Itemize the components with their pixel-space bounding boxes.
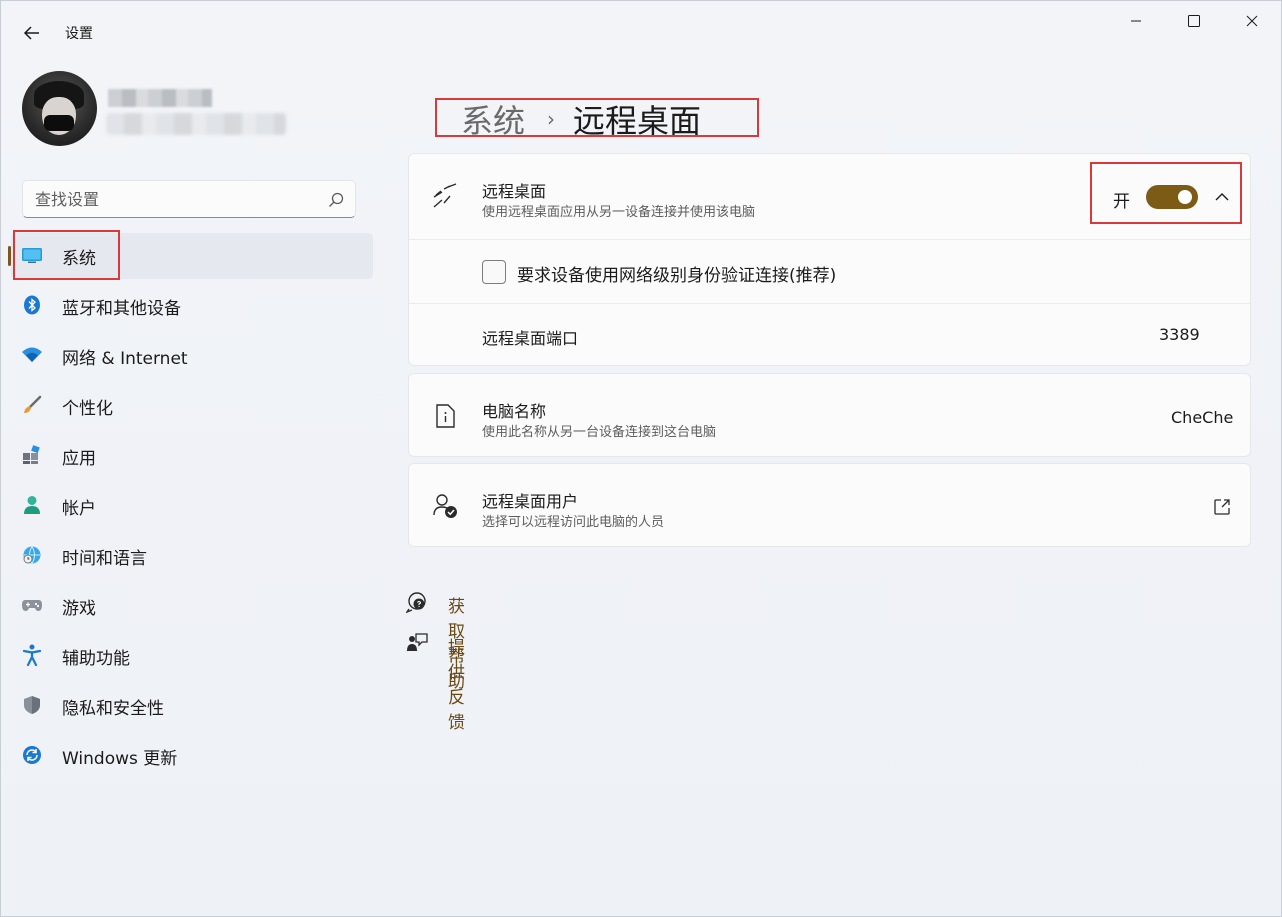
- search-box: [22, 180, 356, 218]
- port-value: 3389: [1159, 325, 1200, 344]
- pc-name-row: 电脑名称 使用此名称从另一台设备连接到这台电脑 CheChe: [409, 374, 1250, 458]
- bluetooth-icon: [21, 294, 43, 316]
- app-title: 设置: [65, 26, 93, 42]
- maximize-button[interactable]: [1165, 1, 1223, 41]
- maximize-icon: [1188, 15, 1200, 27]
- sidebar-item-label: 应用: [62, 448, 96, 469]
- remote-desktop-description: 使用远程桌面应用从另一设备连接并使用该电脑: [482, 205, 756, 220]
- wifi-icon: [21, 344, 43, 366]
- remote-desktop-toggle[interactable]: [1146, 185, 1198, 209]
- remote-desktop-card: 远程桌面 使用远程桌面应用从另一设备连接并使用该电脑 开 要求设备使用网络级别身…: [408, 153, 1251, 366]
- give-feedback-label[interactable]: 提供反馈: [448, 633, 465, 733]
- sidebar-item-accessibility[interactable]: 辅助功能: [11, 633, 373, 679]
- search-icon[interactable]: [327, 191, 345, 209]
- sidebar-item-label: 个性化: [62, 398, 113, 419]
- remote-users-title: 远程桌面用户: [482, 492, 579, 511]
- page-title: 远程桌面: [573, 102, 702, 140]
- window-controls: [1107, 1, 1281, 41]
- sidebar-item-label: 网络 & Internet: [62, 348, 188, 369]
- minimize-button[interactable]: [1107, 1, 1165, 41]
- remote-users-description: 选择可以远程访问此电脑的人员: [482, 515, 665, 530]
- back-button[interactable]: [17, 19, 47, 47]
- feedback-icon: [407, 633, 428, 651]
- nla-checkbox[interactable]: [482, 260, 506, 284]
- remote-desktop-row[interactable]: 远程桌面 使用远程桌面应用从另一设备连接并使用该电脑 开: [409, 154, 1250, 240]
- remote-users-row[interactable]: 远程桌面用户 选择可以远程访问此电脑的人员: [409, 464, 1250, 548]
- account-icon: [21, 494, 43, 516]
- remote-desktop-title: 远程桌面: [482, 182, 547, 201]
- remote-users-card[interactable]: 远程桌面用户 选择可以远程访问此电脑的人员: [408, 463, 1251, 547]
- back-arrow-icon: [23, 26, 39, 40]
- sidebar-item-label: 隐私和安全性: [62, 698, 164, 719]
- breadcrumb: 系统 › 远程桌面: [461, 97, 701, 141]
- title-bar: 设置: [1, 1, 1281, 45]
- sidebar-item-accounts[interactable]: 帐户: [11, 483, 373, 529]
- breadcrumb-separator: ›: [547, 107, 556, 131]
- pc-name-title: 电脑名称: [482, 402, 547, 421]
- settings-window: 设置 系统: [0, 0, 1282, 917]
- avatar[interactable]: [22, 71, 97, 146]
- sidebar-item-apps[interactable]: 应用: [11, 433, 373, 479]
- document-info-icon: [431, 402, 459, 430]
- port-row: 远程桌面端口 3389: [409, 304, 1250, 365]
- sidebar-item-network[interactable]: 网络 & Internet: [11, 333, 373, 379]
- blurred-user-email: [106, 113, 286, 135]
- brush-icon: [21, 394, 43, 416]
- user-check-icon: [431, 492, 459, 520]
- nla-checkbox-label[interactable]: 要求设备使用网络级别身份验证连接(推荐): [517, 261, 836, 286]
- sidebar-item-bluetooth[interactable]: 蓝牙和其他设备: [11, 283, 373, 329]
- gamepad-icon: [21, 594, 43, 616]
- remote-desktop-icon: [431, 182, 459, 210]
- close-icon: [1246, 15, 1258, 27]
- nla-row: 要求设备使用网络级别身份验证连接(推荐): [409, 240, 1250, 304]
- sidebar-item-label: Windows 更新: [62, 748, 178, 769]
- sidebar-nav: 系统 蓝牙和其他设备 网络 & Internet 个性化 应用 帐户 时间和语言…: [8, 233, 373, 783]
- sidebar-item-label: 帐户: [62, 498, 96, 519]
- toggle-knob: [1178, 190, 1192, 204]
- close-button[interactable]: [1223, 1, 1281, 41]
- sidebar-item-label: 游戏: [62, 598, 96, 619]
- sidebar-item-personalization[interactable]: 个性化: [11, 383, 373, 429]
- pc-name-description: 使用此名称从另一台设备连接到这台电脑: [482, 425, 717, 440]
- sidebar-item-label: 系统: [62, 248, 96, 269]
- sidebar-item-label: 蓝牙和其他设备: [62, 298, 181, 319]
- sidebar-item-time-language[interactable]: 时间和语言: [11, 533, 373, 579]
- sidebar-item-privacy[interactable]: 隐私和安全性: [11, 683, 373, 729]
- minimize-icon: [1131, 20, 1141, 22]
- shield-icon: [21, 694, 43, 716]
- chevron-up-icon[interactable]: [1212, 187, 1232, 207]
- sidebar-item-gaming[interactable]: 游戏: [11, 583, 373, 629]
- pc-name-card: 电脑名称 使用此名称从另一台设备连接到这台电脑 CheChe: [408, 373, 1251, 457]
- blurred-user-name: [108, 89, 212, 107]
- search-input[interactable]: [35, 188, 315, 210]
- accessibility-icon: [21, 644, 43, 666]
- breadcrumb-parent[interactable]: 系统: [461, 96, 525, 142]
- sidebar-item-windows-update[interactable]: Windows 更新: [11, 733, 373, 779]
- pc-name-value: CheChe: [1171, 408, 1234, 427]
- update-icon: [21, 744, 43, 766]
- sidebar-item-system[interactable]: 系统: [8, 233, 373, 279]
- help-chat-icon: [406, 592, 426, 613]
- globe-clock-icon: [21, 544, 43, 566]
- port-label: 远程桌面端口: [482, 329, 579, 348]
- apps-icon: [21, 444, 43, 466]
- toggle-state-label: 开: [1113, 192, 1130, 212]
- sidebar-item-label: 时间和语言: [62, 548, 147, 569]
- monitor-icon: [21, 244, 43, 266]
- sidebar-item-label: 辅助功能: [62, 648, 130, 669]
- open-external-icon[interactable]: [1213, 498, 1231, 516]
